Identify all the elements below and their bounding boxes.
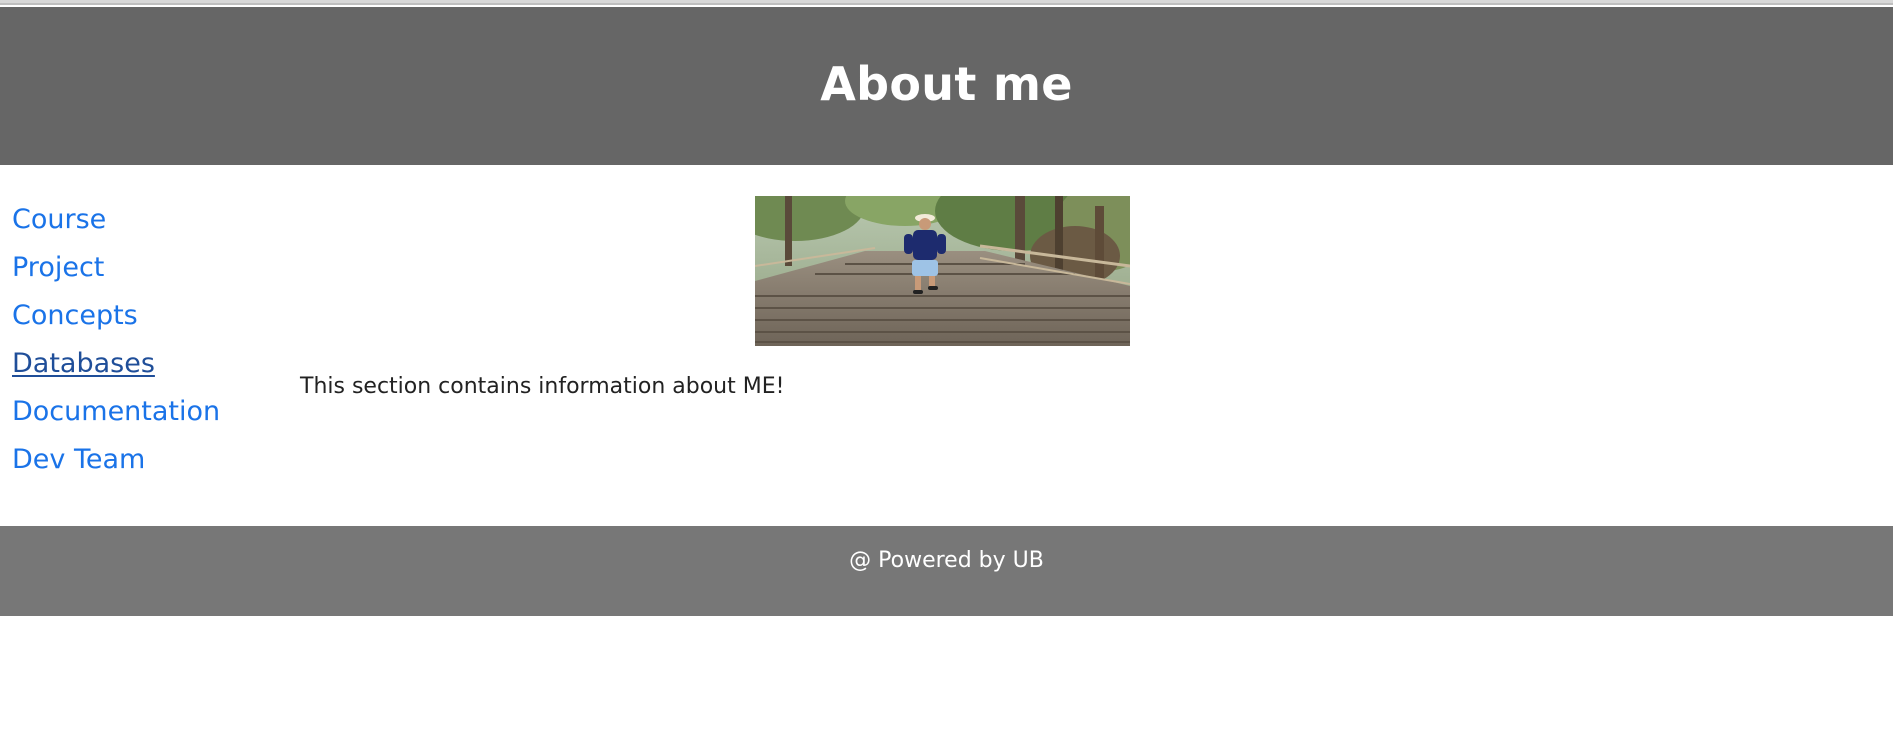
sidebar-nav: Course Project Concepts Databases Docume…: [12, 196, 272, 484]
page-title: About me: [820, 57, 1073, 111]
nav-link-dev-team[interactable]: Dev Team: [12, 436, 272, 484]
nav-link-databases[interactable]: Databases: [12, 340, 272, 388]
page-footer: @ Powered by UB: [0, 526, 1893, 616]
nav-link-documentation[interactable]: Documentation: [12, 388, 272, 436]
top-border: [0, 0, 1893, 5]
profile-photo: [755, 196, 1130, 346]
intro-text: This section contains information about …: [300, 374, 785, 399]
nav-link-project[interactable]: Project: [12, 244, 272, 292]
footer-text: @ Powered by UB: [849, 548, 1044, 573]
nav-link-course[interactable]: Course: [12, 196, 272, 244]
nav-link-concepts[interactable]: Concepts: [12, 292, 272, 340]
page-header: About me: [0, 7, 1893, 165]
